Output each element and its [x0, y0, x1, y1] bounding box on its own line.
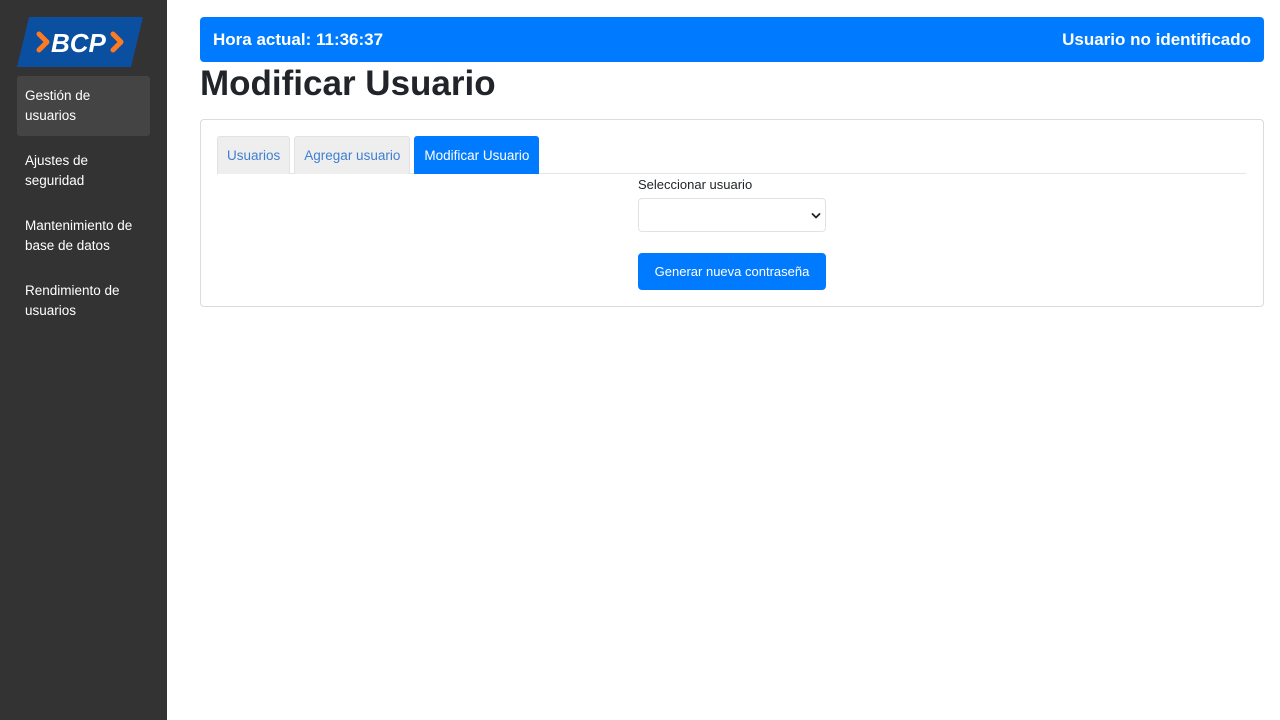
sidebar-item-label: Rendimiento de usuarios [25, 283, 120, 318]
generate-password-button[interactable]: Generar nueva contraseña [638, 253, 826, 290]
sidebar-nav: Gestión de usuarios Ajustes de seguridad… [17, 76, 150, 336]
tab-agregar-usuario[interactable]: Agregar usuario [294, 136, 411, 174]
page-title: Modificar Usuario [200, 64, 496, 103]
tab-usuarios[interactable]: Usuarios [217, 136, 291, 174]
svg-text:BCP: BCP [51, 28, 107, 58]
top-status-bar: Hora actual: 11:36:37 Usuario no identif… [200, 17, 1264, 62]
user-select[interactable] [638, 198, 826, 232]
sidebar-item-ajustes-seguridad[interactable]: Ajustes de seguridad [17, 141, 150, 201]
sidebar-item-gestion-usuarios[interactable]: Gestión de usuarios [17, 76, 150, 136]
sidebar-item-label: Gestión de usuarios [25, 88, 91, 123]
sidebar-item-label: Mantenimiento de base de datos [25, 218, 133, 253]
tab-modificar-usuario[interactable]: Modificar Usuario [414, 136, 540, 174]
tab-bar: Usuarios Agregar usuario Modificar Usuar… [217, 136, 1246, 174]
sidebar-item-mantenimiento-bd[interactable]: Mantenimiento de base de datos [17, 206, 150, 266]
current-time: Hora actual: 11:36:37 [213, 29, 384, 49]
modify-user-card: Usuarios Agregar usuario Modificar Usuar… [200, 119, 1264, 307]
sidebar-item-rendimiento-usuarios[interactable]: Rendimiento de usuarios [17, 271, 150, 331]
select-user-label: Seleccionar usuario [638, 177, 753, 192]
bcp-logo[interactable]: BCP [17, 17, 143, 67]
chevron-down-icon [811, 209, 821, 223]
user-status: Usuario no identificado [1062, 29, 1251, 49]
sidebar: BCP Gestión de usuarios Ajustes de segur… [0, 0, 167, 720]
sidebar-item-label: Ajustes de seguridad [25, 153, 89, 188]
